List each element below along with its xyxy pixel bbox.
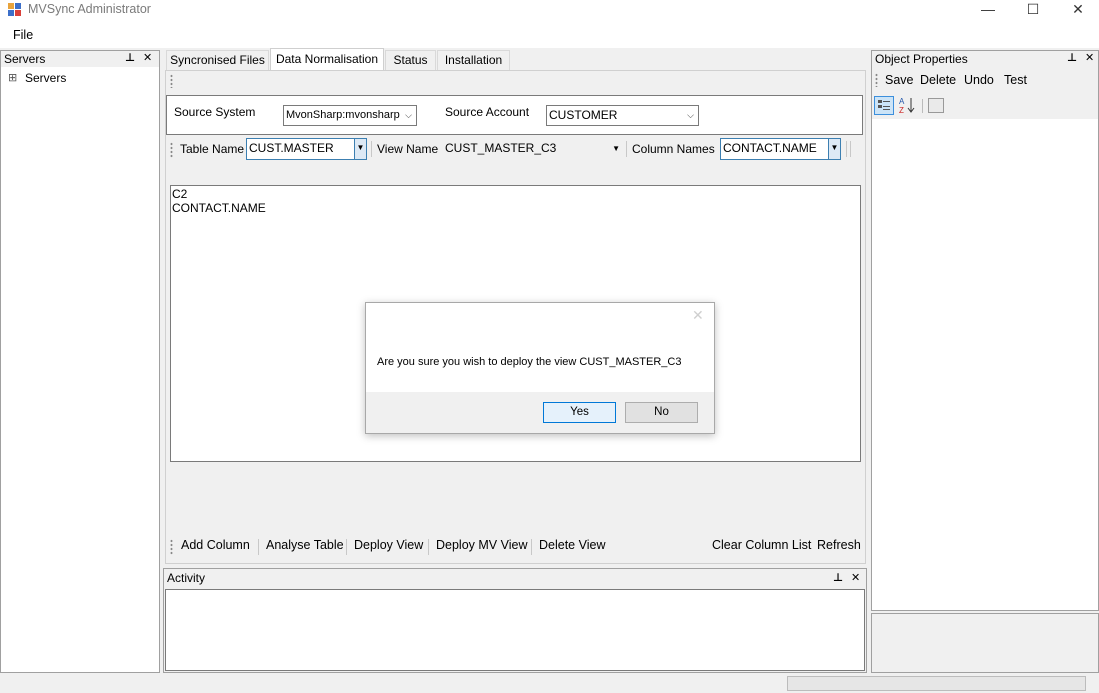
activity-log[interactable] <box>165 589 865 671</box>
table-name-value: CUST.MASTER <box>249 141 334 155</box>
column-names-value: CONTACT.NAME <box>723 141 817 155</box>
chevron-down-icon: ⌵ <box>687 110 694 120</box>
property-pages-icon[interactable] <box>928 98 944 113</box>
title-bar <box>0 0 1099 24</box>
separator <box>346 539 347 555</box>
table-name-label: Table Name <box>180 142 245 156</box>
toolbar-grip[interactable] <box>170 539 173 555</box>
pin-icon[interactable]: ⊥ <box>125 51 135 64</box>
svg-text:Z: Z <box>899 106 904 115</box>
menu-bar <box>0 24 1099 48</box>
separator <box>850 141 851 157</box>
column-names-select[interactable]: CONTACT.NAME ▼ <box>720 138 841 160</box>
separator <box>531 539 532 555</box>
refresh-button[interactable]: Refresh <box>817 538 861 552</box>
servers-panel: Servers ⊥ ✕ ⊞ Servers <box>0 50 160 673</box>
dialog-message: Are you sure you wish to deploy the view… <box>377 356 682 368</box>
servers-panel-header: Servers <box>1 51 159 67</box>
object-properties-panel: Object Properties ⊥ ✕ Save Delete Undo T… <box>871 50 1099 611</box>
delete-view-button[interactable]: Delete View <box>539 538 605 552</box>
editor-line: CONTACT.NAME <box>172 201 266 215</box>
properties-description <box>871 613 1099 673</box>
tab-data-normalisation[interactable]: Data Normalisation <box>270 48 384 71</box>
dropdown-arrow-icon: ▼ <box>612 144 620 153</box>
minimize-button[interactable]: — <box>965 0 1011 20</box>
pin-icon[interactable]: ⊥ <box>1067 51 1077 64</box>
separator <box>922 99 923 113</box>
svg-text:A: A <box>899 97 905 106</box>
pin-icon[interactable]: ⊥ <box>833 571 843 584</box>
toolbar-grip[interactable] <box>875 73 878 87</box>
save-button[interactable]: Save <box>885 73 914 87</box>
app-icon <box>8 3 21 16</box>
activity-panel-header: Activity <box>164 569 866 587</box>
deploy-mv-view-button[interactable]: Deploy MV View <box>436 538 527 552</box>
toolbar-grip[interactable] <box>170 74 173 88</box>
separator <box>626 141 627 157</box>
tab-installation[interactable]: Installation <box>437 50 510 70</box>
column-names-label: Column Names <box>632 142 715 156</box>
dropdown-arrow-icon: ▼ <box>354 139 366 159</box>
object-properties-title: Object Properties <box>875 52 968 66</box>
sort-alphabetical-icon[interactable]: A Z <box>898 96 918 115</box>
toolbar-grip[interactable] <box>170 142 173 158</box>
source-account-select[interactable]: CUSTOMER ⌵ <box>546 105 699 126</box>
source-system-select[interactable]: MvonSharp:mvonsharp ⌵ <box>283 105 417 126</box>
source-system-label: Source System <box>174 105 256 119</box>
progress-bar <box>787 676 1086 691</box>
source-system-value: MvonSharp:mvonsharp <box>286 109 400 121</box>
no-button[interactable]: No <box>625 402 698 423</box>
tree-item-servers[interactable]: Servers <box>25 71 66 85</box>
source-account-label: Source Account <box>445 105 530 119</box>
maximize-button[interactable]: ☐ <box>1010 0 1056 20</box>
categorized-view-icon[interactable] <box>874 96 894 115</box>
tab-syncronised-files[interactable]: Syncronised Files <box>166 50 269 70</box>
separator <box>846 141 847 157</box>
activity-panel: Activity ⊥ ✕ <box>163 568 867 673</box>
close-icon[interactable]: ✕ <box>143 51 152 64</box>
dialog-close-icon[interactable]: ✕ <box>692 307 704 324</box>
tree-expand-icon[interactable]: ⊞ <box>8 71 17 84</box>
analyse-table-button[interactable]: Analyse Table <box>266 538 344 552</box>
clear-column-list-button[interactable]: Clear Column List <box>712 538 811 552</box>
view-name-combo[interactable]: CUST_MASTER_C3 ▼ <box>443 139 624 159</box>
separator <box>258 539 259 555</box>
close-button[interactable]: ✕ <box>1055 0 1099 20</box>
undo-button[interactable]: Undo <box>964 73 994 87</box>
editor-line: C2 <box>172 187 188 201</box>
window-title: MVSync Administrator <box>28 2 151 16</box>
activity-panel-title: Activity <box>167 571 206 585</box>
yes-button[interactable]: Yes <box>543 402 616 423</box>
menu-file[interactable]: File <box>13 28 33 42</box>
object-properties-header: Object Properties <box>872 51 1098 67</box>
source-account-value: CUSTOMER <box>549 108 618 122</box>
add-column-button[interactable]: Add Column <box>181 538 250 552</box>
dropdown-arrow-icon: ▼ <box>828 139 840 159</box>
test-button[interactable]: Test <box>1004 73 1027 87</box>
close-icon[interactable]: ✕ <box>851 571 860 584</box>
table-name-select[interactable]: CUST.MASTER ▼ <box>246 138 367 160</box>
tab-status[interactable]: Status <box>385 50 436 70</box>
separator <box>371 141 372 157</box>
delete-button[interactable]: Delete <box>920 73 956 87</box>
view-name-label: View Name <box>377 142 439 156</box>
chevron-down-icon: ⌵ <box>405 110 412 120</box>
confirm-dialog: ✕ Are you sure you wish to deploy the vi… <box>365 302 715 434</box>
servers-panel-title: Servers <box>4 52 46 66</box>
view-name-value: CUST_MASTER_C3 <box>445 141 557 155</box>
separator <box>428 539 429 555</box>
close-icon[interactable]: ✕ <box>1085 51 1094 64</box>
deploy-view-button[interactable]: Deploy View <box>354 538 423 552</box>
